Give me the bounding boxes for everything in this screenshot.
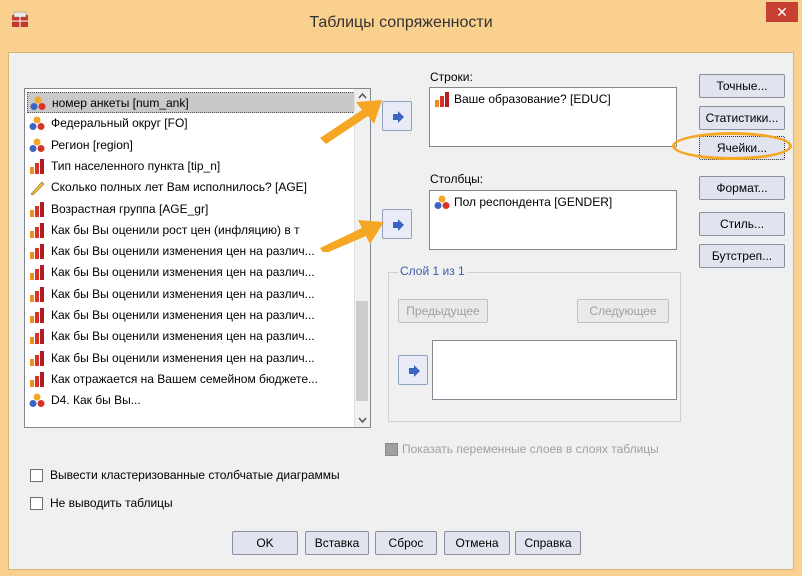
variable-list-item[interactable]: номер анкеты [num_ank] [27, 92, 357, 113]
variable-list-item[interactable]: Как бы Вы оценили изменения цен на разли… [27, 241, 357, 262]
arrow-right-icon [393, 111, 404, 123]
close-button[interactable]: ✕ [766, 2, 798, 22]
ordinal-icon [30, 286, 44, 302]
ordinal-icon [30, 244, 44, 260]
suppress-tables-checkbox[interactable] [30, 497, 43, 510]
ordinal-icon [435, 92, 449, 107]
variable-list-item[interactable]: Сколько полных лет Вам исполнилось? [AGE… [27, 177, 357, 198]
layer-list[interactable] [432, 340, 677, 400]
ordinal-icon [30, 158, 44, 174]
title-bar: Таблицы сопряженности ✕ [0, 0, 802, 52]
cells-highlight-ring [672, 132, 792, 160]
columns-caption: Столбцы: [430, 172, 484, 186]
variable-list-item[interactable]: Возрастная группа [AGE_gr] [27, 199, 357, 220]
next-layer-button[interactable]: Следующее [577, 299, 669, 323]
columns-list[interactable]: Пол респондента [GENDER] [429, 190, 677, 250]
rows-caption: Строки: [430, 70, 473, 84]
ordinal-icon [30, 329, 44, 345]
move-to-columns-button[interactable] [382, 209, 412, 239]
annotation-arrow-icon [320, 100, 382, 144]
variable-list-item[interactable]: Тип населенного пункта [tip_n] [27, 156, 357, 177]
ordinal-icon [30, 265, 44, 281]
variable-label: Возрастная группа [AGE_gr] [51, 201, 209, 216]
variable-label: Как бы Вы оценили изменения цен на разли… [51, 350, 315, 365]
variable-label: Регион [region] [51, 137, 133, 152]
window-title: Таблицы сопряженности [309, 14, 493, 31]
bootstrap-button[interactable]: Бутстреп... [699, 244, 785, 268]
paste-button[interactable]: Вставка [305, 531, 369, 555]
variable-label: D4. Как бы Вы... [51, 393, 141, 408]
ordinal-icon [30, 350, 44, 366]
previous-layer-button[interactable]: Предыдущее [398, 299, 488, 323]
nominal-icon [29, 116, 45, 131]
variable-list-item[interactable]: Как отражается на Вашем семейном бюджете… [27, 369, 357, 390]
variable-list-item[interactable]: Как бы Вы оценили изменения цен на разли… [27, 284, 357, 305]
help-button[interactable]: Справка [515, 531, 581, 555]
variable-label: Как бы Вы оценили изменения цен на разли… [51, 329, 315, 344]
reset-button[interactable]: Сброс [375, 531, 437, 555]
rows-list[interactable]: Ваше образование? [EDUC] [429, 87, 677, 147]
variable-list-item[interactable]: Как бы Вы оценили изменения цен на разли… [27, 262, 357, 283]
exact-button[interactable]: Точные... [699, 74, 785, 98]
variable-label: Как отражается на Вашем семейном бюджете… [51, 371, 319, 386]
scroll-down-icon[interactable] [355, 413, 370, 427]
variable-list-item[interactable]: Как бы Вы оценили изменения цен на разли… [27, 326, 357, 347]
clustered-bars-checkbox[interactable] [30, 469, 43, 482]
suppress-tables-label: Не выводить таблицы [50, 496, 173, 510]
rows-item[interactable]: Ваше образование? [EDUC] [454, 92, 611, 106]
variable-label: Федеральный округ [FO] [51, 116, 188, 131]
layer-caption: Слой 1 из 1 [398, 264, 467, 278]
variable-list-item[interactable]: Как бы Вы оценили изменения цен на разли… [27, 305, 357, 326]
variable-list-item[interactable]: D4. Как бы Вы... [27, 390, 357, 411]
dialog-window: Таблицы сопряженности ✕ D4. Как бы Вы...… [0, 0, 802, 576]
variable-list-item[interactable]: Федеральный округ [FO] [27, 113, 357, 134]
variable-list-item[interactable]: Как бы Вы оценили рост цен (инфляцию) в … [27, 220, 357, 241]
scrollbar-thumb[interactable] [356, 301, 368, 401]
arrow-right-icon [393, 219, 404, 231]
variable-label: Сколько полных лет Вам исполнилось? [AGE… [51, 180, 307, 195]
ordinal-icon [30, 201, 44, 217]
nominal-icon [29, 138, 45, 152]
ordinal-icon [30, 222, 44, 238]
variable-list-item[interactable]: Регион [region] [27, 135, 357, 156]
variable-label: Как бы Вы оценили изменения цен на разли… [51, 308, 315, 322]
clustered-bars-label: Вывести кластеризованные столбчатые диаг… [50, 468, 340, 482]
close-icon: ✕ [776, 4, 788, 20]
style-button[interactable]: Стиль... [699, 212, 785, 236]
columns-item[interactable]: Пол респондента [GENDER] [454, 195, 612, 209]
show-layers-checkbox[interactable] [385, 443, 398, 456]
nominal-icon [434, 195, 450, 209]
annotation-arrow-icon [320, 220, 384, 252]
nominal-icon [29, 393, 45, 408]
format-button[interactable]: Формат... [699, 176, 785, 200]
show-layers-label: Показать переменные слоев в слоях таблиц… [402, 442, 659, 456]
variable-label: Тип населенного пункта [tip_n] [51, 158, 221, 173]
nominal-icon [30, 96, 46, 110]
variable-label: Как бы Вы оценили изменения цен на разли… [51, 244, 315, 259]
variable-label: Как бы Вы оценили изменения цен на разли… [51, 265, 315, 280]
variable-list-item[interactable]: Как бы Вы оценили изменения цен на разли… [27, 348, 357, 369]
ordinal-icon [30, 308, 44, 323]
cancel-button[interactable]: Отмена [444, 531, 510, 555]
variable-label: Как бы Вы оценили рост цен (инфляцию) в … [51, 222, 300, 237]
variable-label: номер анкеты [num_ank] [52, 96, 189, 110]
statistics-button[interactable]: Статистики... [699, 106, 785, 130]
ok-button[interactable]: OK [232, 531, 298, 555]
ordinal-icon [30, 371, 44, 387]
variable-label: Как бы Вы оценили изменения цен на разли… [51, 286, 315, 301]
move-to-rows-button[interactable] [382, 101, 412, 131]
scale-icon [30, 181, 45, 196]
